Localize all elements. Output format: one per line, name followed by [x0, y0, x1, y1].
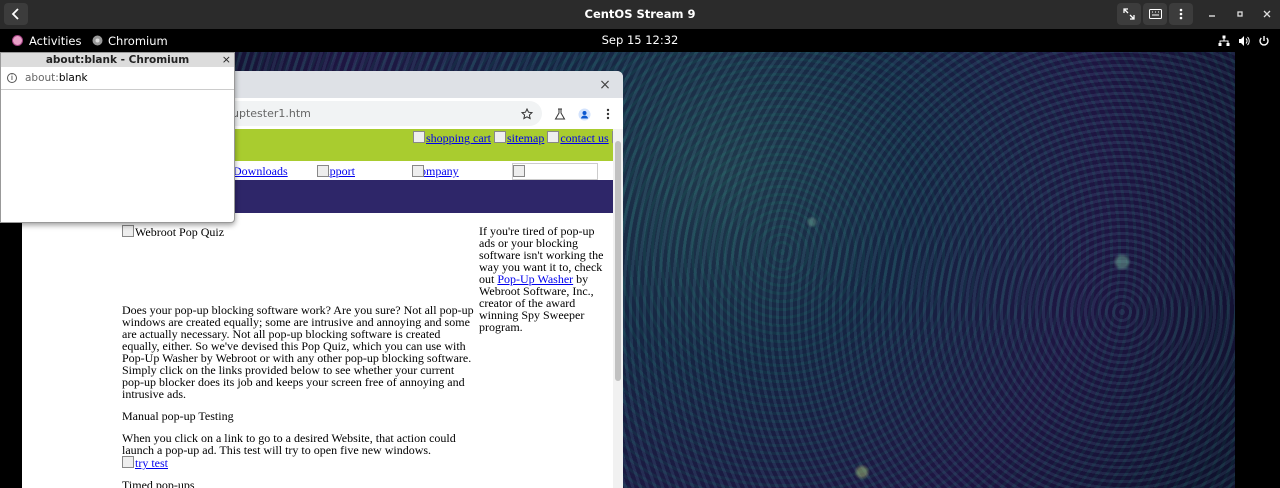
- keyboard-button[interactable]: [1143, 3, 1167, 25]
- app-menu[interactable]: Chromium: [92, 29, 168, 52]
- keyboard-icon: [1148, 9, 1162, 19]
- menu-icon: [1179, 8, 1183, 20]
- sidebar-text: If you're tired of pop-up ads or your bl…: [479, 225, 613, 333]
- broken-image-icon: [547, 131, 560, 143]
- nav-downloads[interactable]: Downloads: [233, 164, 288, 178]
- broken-image-icon: [494, 131, 506, 143]
- section-heading-manual: Manual pop-up Testing: [122, 409, 234, 423]
- broken-image-icon: [413, 131, 425, 143]
- popup-close-button[interactable]: ×: [222, 53, 231, 67]
- popup-address-bar[interactable]: i about:blank: [1, 67, 234, 90]
- activities-label: Activities: [29, 33, 82, 48]
- labs-button[interactable]: [551, 105, 569, 123]
- scrollbar-thumb[interactable]: [615, 141, 621, 381]
- window-close-button[interactable]: ×: [597, 77, 613, 93]
- profile-button[interactable]: [575, 105, 593, 123]
- intro-paragraph: Does your pop-up blocking software work?…: [122, 303, 474, 401]
- broken-image-icon: [122, 456, 134, 468]
- main-content: Does your pop-up blocking software work?…: [122, 304, 478, 488]
- back-icon: [11, 8, 19, 20]
- fullscreen-button[interactable]: [1117, 3, 1141, 25]
- profile-icon: [578, 108, 590, 120]
- broken-image-icon: [317, 165, 329, 177]
- try-test-link[interactable]: try test: [135, 456, 168, 470]
- link-contact-us[interactable]: contact us: [560, 131, 608, 145]
- link-sitemap[interactable]: sitemap: [507, 131, 544, 145]
- chrome-menu-button[interactable]: [599, 105, 617, 123]
- system-tray[interactable]: [1218, 29, 1270, 52]
- screen-border: [1235, 52, 1280, 488]
- scrollbar[interactable]: [613, 129, 623, 488]
- activities-button[interactable]: Activities: [12, 29, 81, 52]
- nav-image-cell: [512, 163, 598, 180]
- chromium-icon: [92, 35, 103, 46]
- clock[interactable]: Sep 15 12:32: [0, 29, 1280, 52]
- popup-title: about:blank - Chromium: [1, 53, 234, 67]
- star-icon: [521, 108, 533, 120]
- popup-url-suffix: blank: [58, 72, 88, 84]
- manual-paragraph: When you click on a link to go to a desi…: [122, 431, 456, 457]
- vm-title: CentOS Stream 9: [584, 7, 696, 21]
- section-heading-timed: Timed pop-ups: [122, 478, 195, 488]
- vm-title-bar: CentOS Stream 9: [0, 0, 1280, 29]
- volume-icon: [1239, 35, 1250, 46]
- info-icon[interactable]: i: [7, 73, 17, 83]
- close-icon: [1263, 10, 1271, 18]
- minimize-button[interactable]: [1203, 5, 1221, 23]
- vm-menu-button[interactable]: [1169, 3, 1193, 25]
- popup-url-prefix: about:: [25, 72, 59, 84]
- quiz-image-alt: Webroot Pop Quiz: [135, 225, 225, 239]
- gnome-top-bar: Activities Chromium Sep 15 12:32: [0, 29, 1280, 52]
- flask-icon: [554, 108, 566, 120]
- broken-image-icon: [412, 165, 424, 177]
- fullscreen-icon: [1123, 8, 1135, 20]
- app-name: Chromium: [108, 33, 168, 48]
- back-button[interactable]: [4, 3, 28, 25]
- maximize-icon: [1237, 11, 1243, 17]
- popup-window: about:blank - Chromium × i about:blank: [0, 52, 235, 223]
- vm-close-button[interactable]: [1258, 5, 1276, 23]
- network-icon: [1218, 35, 1230, 46]
- quiz-image: Webroot Pop Quiz: [122, 225, 224, 240]
- broken-image-icon: [122, 225, 134, 237]
- maximize-button[interactable]: [1231, 5, 1249, 23]
- link-shopping-cart[interactable]: shopping cart: [426, 131, 491, 145]
- top-links: shopping cart sitemap contact us priva: [413, 131, 623, 146]
- broken-image-icon: [513, 165, 525, 177]
- kebab-menu-icon: [606, 108, 610, 120]
- power-icon: [1259, 35, 1269, 46]
- bookmark-star-button[interactable]: [518, 105, 536, 123]
- address-bar-text: uptester1.htm: [232, 107, 311, 120]
- minimize-icon: [1209, 15, 1215, 17]
- activities-icon: [12, 35, 23, 46]
